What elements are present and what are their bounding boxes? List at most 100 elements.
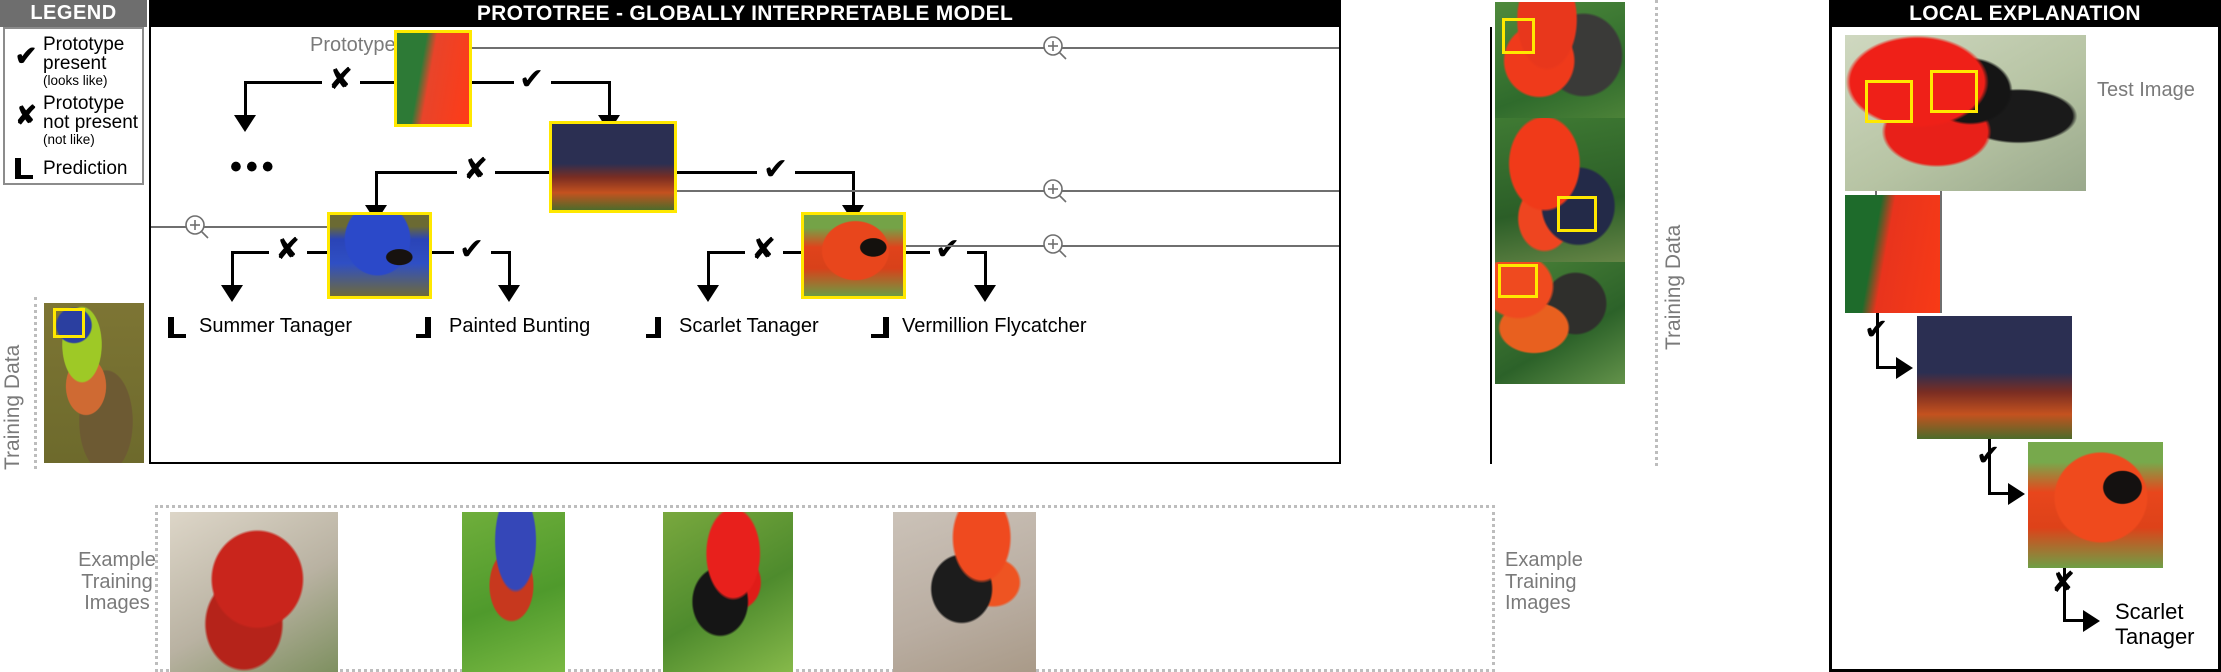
edge-mark-absent: ✘ — [275, 232, 301, 267]
example-image-summer-tanager — [170, 512, 338, 672]
example-training-images-label-right: Example Training Images — [1505, 549, 1625, 615]
legend-body: ✔ Prototype present (looks like) ✘ Proto… — [3, 27, 144, 185]
example-row-divider-right — [1492, 505, 1495, 672]
leaf-scarlet-tanager[interactable]: Scarlet Tanager — [646, 315, 819, 338]
edge-line — [677, 171, 757, 174]
step-arrow-right — [2083, 610, 2100, 632]
example-image-painted-bunting — [462, 512, 565, 672]
test-image-caption-line: Test Image — [2097, 79, 2195, 101]
edge-line — [707, 251, 745, 254]
legend-item-label: Prototype present — [43, 34, 125, 75]
prototype-node-root[interactable] — [394, 30, 472, 127]
edge-line — [307, 251, 327, 254]
prototype-node-wing[interactable] — [549, 121, 677, 213]
edge-line — [906, 251, 930, 254]
patch-connector — [1940, 191, 1942, 313]
edge-line — [551, 81, 611, 84]
edge-mark-present: ✔ — [935, 232, 961, 267]
edge-arrow-down — [234, 115, 256, 132]
legend-item-prediction: Prediction — [9, 153, 141, 185]
edge-line — [432, 251, 454, 254]
edge-line — [360, 81, 394, 84]
step-connector — [2063, 619, 2085, 622]
leaf-vermillion-flycatcher[interactable]: Vermillion Flycatcher — [869, 315, 1087, 338]
leaf-label: Summer Tanager — [199, 315, 353, 337]
edge-arrow-down — [498, 285, 520, 302]
global-panel-title: PROTOTREE - GLOBALLY INTERPRETABLE MODEL — [149, 0, 1341, 27]
check-mark-icon: ✔ — [14, 41, 38, 71]
training-data-label-right: Training Data — [1662, 224, 1685, 350]
prediction-bars-icon — [9, 153, 43, 185]
cross-mark-icon: ✘ — [15, 100, 37, 130]
edge-mark-absent: ✘ — [463, 152, 489, 187]
local-panel-title: LOCAL EXPLANATION — [1829, 0, 2221, 27]
training-image-scarlet-tanager — [1495, 118, 1625, 270]
step-mark-present: ✔ — [1976, 438, 2001, 472]
edge-line — [795, 171, 855, 174]
edge-line — [707, 251, 710, 289]
magnifier-plus-icon[interactable] — [184, 214, 210, 240]
legend-item-label: Prototype not present — [43, 93, 139, 134]
prototype-node-red-head[interactable] — [801, 212, 906, 299]
local-prototype-3[interactable] — [2028, 442, 2163, 568]
local-prototype-2[interactable] — [1917, 316, 2072, 439]
legend-title: LEGEND — [0, 0, 147, 27]
legend-item-prototype-absent: ✘ Prototype not present (not like) — [9, 94, 141, 147]
legend-panel: LEGEND ✔ Prototype present (looks like) … — [0, 0, 147, 188]
edge-line — [244, 81, 247, 119]
test-image-patch-1 — [1865, 80, 1913, 123]
prototype-caption: Prototype — [310, 34, 396, 56]
prototype-source-connector — [472, 47, 1339, 49]
step-connector — [1988, 492, 2010, 495]
leaf-summer-tanager[interactable]: Summer Tanager — [166, 315, 352, 338]
prototype-source-connector — [151, 226, 327, 228]
edge-mark-present: ✔ — [763, 152, 789, 187]
magnifier-plus-icon[interactable] — [1042, 35, 1068, 61]
edge-line — [608, 81, 611, 119]
edge-arrow-down — [221, 285, 243, 302]
example-image-vermillion-flycatcher — [893, 512, 1036, 672]
test-image-patch-2 — [1930, 70, 1978, 113]
step-mark-absent: ✘ — [2051, 565, 2076, 599]
edge-line — [783, 251, 801, 254]
training-data-right-separator — [1490, 27, 1492, 464]
leaf-painted-bunting[interactable]: Painted Bunting — [416, 315, 590, 338]
step-arrow-right — [1896, 357, 1913, 379]
subtree-ellipsis: ••• — [230, 148, 278, 186]
legend-item-sublabel: (not like) — [43, 131, 95, 147]
example-image-scarlet-tanager — [663, 512, 793, 672]
legend-item-label: Prediction — [43, 158, 128, 180]
edge-line — [375, 171, 378, 209]
local-prediction-label: Scarlet Tanager — [2115, 599, 2218, 650]
local-prototype-1[interactable] — [1845, 195, 1940, 313]
global-tree-canvas: Prototype ✘ ••• ✔ ✘ ✔ ✘ ✔ ✘ ✔ Summer Tan… — [149, 27, 1341, 464]
magnifier-plus-icon[interactable] — [1042, 233, 1068, 259]
prediction-bars-icon — [416, 316, 442, 338]
edge-arrow-down — [974, 285, 996, 302]
example-row-divider-top — [155, 505, 1495, 508]
legend-item-sublabel: (looks like) — [43, 72, 108, 88]
leaf-label: Scarlet Tanager — [679, 315, 819, 337]
edge-mark-present: ✔ — [459, 232, 485, 267]
edge-line — [231, 251, 269, 254]
prototype-highlight-box — [1498, 264, 1538, 298]
edge-line — [495, 171, 549, 174]
training-image-painted-bunting — [44, 303, 144, 463]
prototype-source-connector — [677, 190, 1339, 192]
test-image-caption: Test Image — [2097, 79, 2195, 101]
prototype-node-blue-head[interactable] — [327, 212, 432, 299]
edge-line — [231, 251, 234, 289]
prototype-highlight-box — [1557, 196, 1597, 232]
step-arrow-right — [2008, 483, 2025, 505]
edge-line — [375, 171, 457, 174]
example-label-line: Example Training Images — [1505, 549, 1583, 615]
edge-line — [472, 81, 514, 84]
magnifier-plus-icon[interactable] — [1042, 178, 1068, 204]
prototype-source-connector — [906, 245, 1339, 247]
training-data-right-divider — [1655, 0, 1658, 466]
training-image-vermillion-flycatcher-2 — [1495, 262, 1625, 384]
legend-item-prototype-present: ✔ Prototype present (looks like) — [9, 35, 141, 88]
edge-line — [984, 251, 987, 289]
leaf-label: Vermillion Flycatcher — [902, 315, 1087, 337]
local-explanation-panel: LOCAL EXPLANATION Test Image ✔ ✔ ✘ Scarl… — [1829, 0, 2221, 672]
